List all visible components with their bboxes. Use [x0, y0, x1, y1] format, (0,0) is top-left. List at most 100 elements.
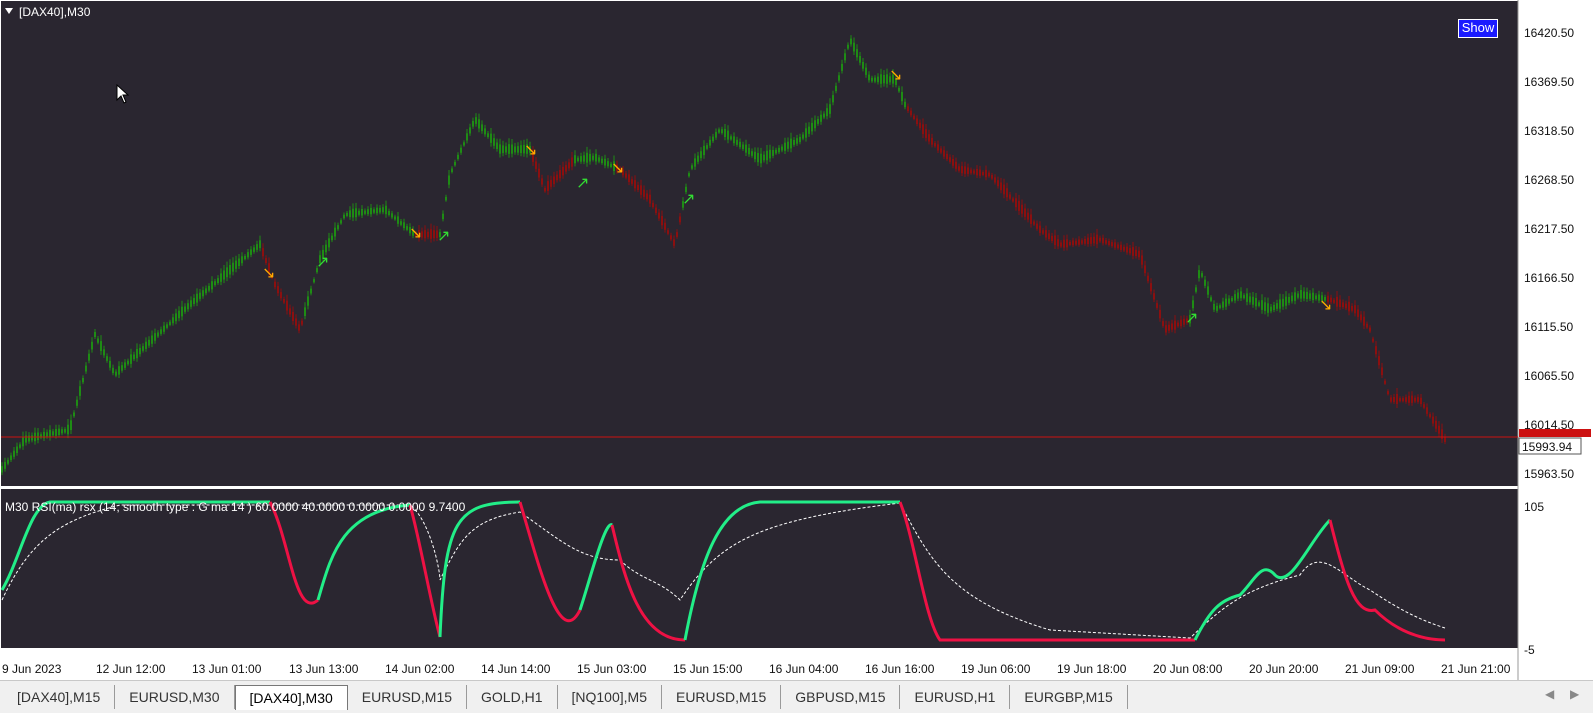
candle-body	[1018, 200, 1020, 211]
time-label: 15 Jun 15:00	[673, 662, 743, 676]
down-arrow-icon: ↘	[262, 263, 275, 282]
chart-canvas[interactable]: ↘ ↘ ↘ ↘ ↘ ↘ ↗ ↗ ↗ ↗ ↗ [DAX40],M30 M30 RSI(ma) rsx …	[0, 0, 1593, 680]
candle-body	[451, 168, 453, 173]
price-level: 15963.50	[1524, 467, 1574, 481]
candle-body	[1213, 303, 1215, 310]
candle-body	[1144, 265, 1146, 274]
candle-body	[10, 455, 12, 461]
time-axis[interactable]: 9 Jun 2023 12 Jun 12:00 13 Jun 01:00 13 …	[2, 662, 1511, 676]
tab-eurusd-m15[interactable]: EURUSD,M15	[348, 685, 468, 709]
candle-body	[1225, 298, 1227, 307]
tab-eurusd-h1[interactable]: EURUSD,H1	[900, 685, 1011, 709]
candle-body	[1177, 322, 1179, 327]
show-button[interactable]: Show	[1458, 19, 1498, 38]
candle-body	[1063, 239, 1065, 248]
candle-body	[481, 124, 483, 132]
candle-body	[964, 166, 966, 174]
candle-body	[394, 216, 396, 220]
candle-body	[67, 424, 69, 435]
candle-body	[337, 225, 339, 230]
candle-body	[313, 279, 315, 283]
candle-body	[1117, 244, 1119, 249]
candle-body	[730, 136, 732, 140]
candle-body	[1012, 198, 1014, 202]
tab-dax40-m15[interactable]: [DAX40],M15	[3, 685, 116, 709]
chart-window[interactable]: ↘ ↘ ↘ ↘ ↘ ↘ ↗ ↗ ↗ ↗ ↗ [DAX40],M30 M30 RSI(ma) rsx …	[0, 0, 1593, 680]
candle-body	[1267, 303, 1269, 313]
candle-body	[184, 306, 186, 312]
chevron-left-icon[interactable]: ◀	[1545, 687, 1554, 701]
candle-body	[235, 260, 237, 269]
candle-body	[1237, 292, 1239, 299]
candle-body	[493, 138, 495, 146]
tab-eurgbp-m15[interactable]: EURGBP,M15	[1010, 685, 1128, 709]
candle-body	[376, 207, 378, 214]
price-axis[interactable]: 16420.50 16369.50 16318.50 16268.50 1621…	[1518, 26, 1591, 481]
tab-gbpusd-m15[interactable]: GBPUSD,M15	[781, 685, 901, 709]
indicator-label: M30 RSI(ma) rsx (14, smooth type : G ma …	[5, 500, 466, 514]
down-arrow-icon: ↘	[409, 223, 422, 242]
candle-body	[79, 386, 81, 396]
candle-body	[1228, 298, 1230, 304]
candle-body	[694, 158, 696, 167]
candle-body	[490, 133, 492, 143]
candle-body	[256, 244, 258, 250]
candle-body	[172, 317, 174, 324]
price-level: 16318.50	[1524, 124, 1574, 138]
tab-dax40-m30[interactable]: [DAX40],M30	[234, 685, 348, 710]
candle-body	[736, 139, 738, 145]
candle-body	[292, 311, 294, 321]
candle-body	[952, 159, 954, 166]
candle-body	[55, 429, 57, 436]
candle-body	[928, 134, 930, 142]
candle-body	[112, 367, 114, 374]
candle-body	[382, 207, 384, 213]
candle-body	[1096, 234, 1098, 245]
tab-gold-h1[interactable]: GOLD,H1	[467, 685, 558, 709]
candle-body	[1405, 397, 1407, 402]
candle-body	[880, 74, 882, 84]
candle-body	[1045, 230, 1047, 238]
candle-body	[769, 149, 771, 159]
candle-body	[601, 158, 603, 164]
candle-body	[805, 128, 807, 138]
candle-body	[475, 117, 477, 124]
candle-body	[85, 365, 87, 372]
candle-body	[163, 325, 165, 332]
candle-body	[862, 62, 864, 69]
tab-eurusd-m15-2[interactable]: EURUSD,M15	[662, 685, 782, 709]
candle-body	[1069, 241, 1071, 245]
time-label: 21 Jun 21:00	[1441, 662, 1511, 676]
price-level: 16369.50	[1524, 75, 1574, 89]
candle-body	[403, 222, 405, 229]
candle-body	[46, 432, 48, 437]
candle-body	[607, 161, 609, 167]
tab-eurusd-m30[interactable]: EURUSD,M30	[115, 685, 235, 709]
candle-body	[1105, 240, 1107, 244]
candle-body	[835, 85, 837, 92]
candle-body	[157, 332, 159, 337]
candle-body	[742, 144, 744, 150]
chevron-right-icon[interactable]: ▶	[1570, 687, 1579, 701]
tab-nq100-m5[interactable]: [NQ100],M5	[558, 685, 662, 709]
candle-body	[931, 137, 933, 145]
candle-body	[718, 129, 720, 133]
candle-body	[505, 146, 507, 153]
candle-body	[124, 362, 126, 368]
candle-body	[886, 74, 888, 84]
candle-body	[445, 196, 447, 201]
candle-body	[208, 285, 210, 291]
candle-body	[826, 108, 828, 117]
candle-body	[352, 208, 354, 218]
candle-body	[1081, 240, 1083, 244]
candle-body	[1417, 397, 1419, 402]
candle-body	[328, 238, 330, 248]
candle-body	[787, 141, 789, 149]
candle-body	[1402, 398, 1404, 402]
chart-tab-bar: [DAX40],M15 EURUSD,M30 [DAX40],M30 EURUS…	[0, 680, 1593, 713]
price-pane[interactable]	[1, 1, 1518, 486]
candle-body	[910, 110, 912, 116]
chart-title: [DAX40],M30	[19, 5, 91, 19]
candle-body	[1312, 292, 1314, 301]
candle-body	[1198, 270, 1200, 279]
